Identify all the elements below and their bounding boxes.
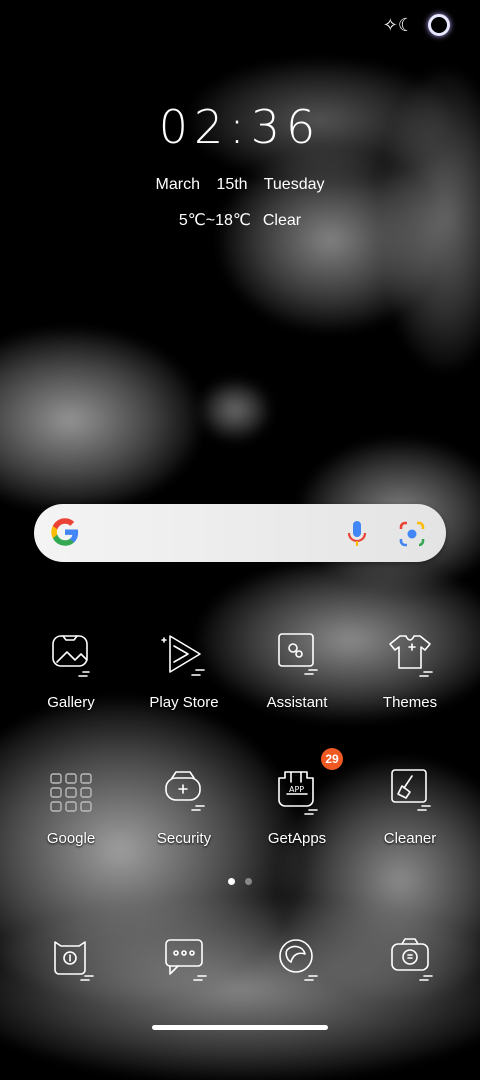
app-themes[interactable]: Themes [355, 628, 465, 711]
getapps-icon: APP 29 [269, 748, 343, 820]
status-bar: ✧☾ [383, 14, 450, 36]
weather-condition: Clear [262, 212, 302, 229]
assistant-icon [269, 628, 325, 684]
page-dot [245, 878, 252, 885]
microphone-icon[interactable] [346, 520, 368, 548]
app-label: Play Store [149, 694, 219, 711]
page-indicator[interactable] [0, 878, 480, 885]
date-text[interactable]: March 15th Tuesday [0, 176, 480, 194]
dock-phone[interactable] [16, 930, 126, 986]
google-search-bar[interactable] [34, 504, 446, 562]
themes-icon [382, 628, 438, 684]
browser-icon [269, 930, 325, 986]
app-label: GetApps [267, 830, 327, 847]
weather-range: 5℃~18℃ [178, 212, 251, 229]
gallery-icon [43, 628, 99, 684]
page-dot-active [228, 878, 235, 885]
gesture-navigation-bar[interactable] [152, 1025, 328, 1030]
app-label: Security [156, 830, 212, 847]
assistant-ring-icon[interactable] [428, 14, 450, 36]
app-play-store[interactable]: Play Store [129, 628, 239, 711]
app-gallery[interactable]: Gallery [16, 628, 126, 711]
app-cleaner[interactable]: Cleaner [355, 764, 465, 847]
google-lens-icon[interactable] [398, 520, 426, 548]
dock-messages[interactable] [129, 930, 239, 986]
app-label: Assistant [266, 694, 328, 711]
app-google-folder[interactable]: Google [16, 764, 126, 847]
google-g-icon [51, 518, 79, 546]
camera-icon [382, 930, 438, 986]
app-security[interactable]: Security [129, 764, 239, 847]
phone-icon [43, 930, 99, 986]
app-label: Cleaner [383, 830, 437, 847]
security-icon [156, 764, 212, 820]
messages-icon [156, 930, 212, 986]
app-getapps[interactable]: APP 29 GetApps [242, 748, 352, 847]
svg-text:APP: APP [289, 785, 304, 794]
app-assistant[interactable]: Assistant [242, 628, 352, 711]
night-mode-icon: ✧☾ [382, 14, 414, 35]
play-store-icon [156, 628, 212, 684]
google-folder-icon [43, 764, 99, 820]
clock-time[interactable]: 02:36 [0, 100, 480, 154]
app-label: Gallery [47, 694, 95, 711]
app-label: Themes [382, 694, 438, 711]
cleaner-icon [382, 764, 438, 820]
dock-browser[interactable] [242, 930, 352, 986]
app-label: Google [46, 830, 96, 847]
notification-badge: 29 [321, 748, 343, 770]
dock-camera[interactable] [355, 930, 465, 986]
weather-widget[interactable]: 5℃~18℃ Clear [0, 210, 480, 230]
